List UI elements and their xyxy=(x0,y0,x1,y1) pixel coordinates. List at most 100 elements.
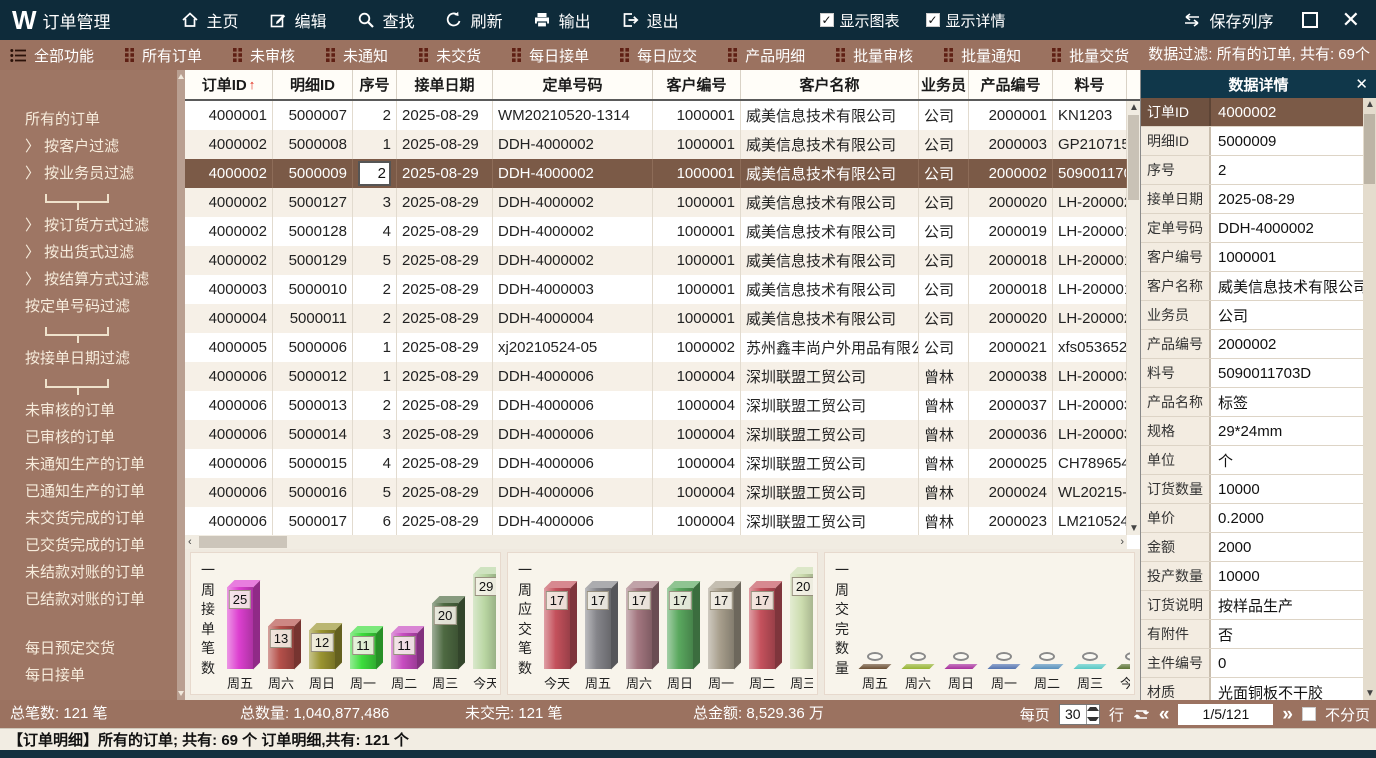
column-header-3[interactable]: 接单日期 xyxy=(397,70,493,99)
titlebar-checkbox-0[interactable]: ✓显示图表 xyxy=(820,10,900,31)
table-row[interactable]: 4000002500000812025-08-29DDH-40000021000… xyxy=(185,130,1140,159)
detail-row[interactable]: 产品编号2000002 xyxy=(1141,330,1363,359)
sidebar-item-17[interactable]: 未结款对账的订单 xyxy=(0,559,185,586)
table-row[interactable]: 4000006500001322025-08-29DDH-40000061000… xyxy=(185,391,1140,420)
table-row[interactable]: 4000006500001542025-08-29DDH-40000061000… xyxy=(185,449,1140,478)
detail-row[interactable]: 定单号码DDH-4000002 xyxy=(1141,214,1363,243)
detail-close-icon[interactable]: ✕ xyxy=(1355,75,1368,93)
detail-row[interactable]: 订货说明按样品生产 xyxy=(1141,591,1363,620)
detail-row[interactable]: 客户编号1000001 xyxy=(1141,243,1363,272)
table-row[interactable]: 4000006500001652025-08-29DDH-40000061000… xyxy=(185,478,1140,507)
sidebar-item-14[interactable]: 已通知生产的订单 xyxy=(0,478,185,505)
sidebar-item-4[interactable]: 〉 按订货方式过滤 xyxy=(0,212,185,239)
menu-button-home[interactable]: 主页 xyxy=(181,8,239,32)
no-paging-checkbox[interactable] xyxy=(1302,707,1316,721)
sidebar-item-6[interactable]: 〉 按结算方式过滤 xyxy=(0,266,185,293)
table-row[interactable]: 4000002500012952025-08-29DDH-40000021000… xyxy=(185,246,1140,275)
detail-row[interactable]: 订货数量10000 xyxy=(1141,475,1363,504)
spinner-buttons[interactable] xyxy=(1086,705,1099,724)
detail-row[interactable]: 金额2000 xyxy=(1141,533,1363,562)
table-row[interactable]: 4000002500012732025-08-29DDH-40000021000… xyxy=(185,188,1140,217)
menu-button-refresh[interactable]: 刷新 xyxy=(445,8,503,32)
detail-row[interactable]: 单位个 xyxy=(1141,446,1363,475)
table-row[interactable]: 4000001500000722025-08-29WM20210520-1314… xyxy=(185,101,1140,130)
tab-9[interactable]: 批量交货 xyxy=(1052,45,1129,66)
sidebar-item-0[interactable]: 所有的订单 xyxy=(0,106,185,133)
tab-4[interactable]: 每日接单 xyxy=(512,45,589,66)
next-page-button[interactable]: » xyxy=(1282,705,1293,724)
scroll-thumb[interactable] xyxy=(1128,115,1139,200)
per-page-value[interactable]: 30 xyxy=(1060,705,1086,724)
save-column-order-button[interactable]: 保存列序 xyxy=(1182,8,1274,32)
per-page-spinner[interactable]: 30 xyxy=(1059,704,1100,725)
sidebar-item-1[interactable]: 〉 按客户过滤 xyxy=(0,133,185,160)
spinner-up-icon[interactable] xyxy=(1087,705,1099,715)
column-header-0[interactable]: 订单ID↑ xyxy=(185,70,273,99)
table-row[interactable]: 4000004500001122025-08-29DDH-40000041000… xyxy=(185,304,1140,333)
column-header-9[interactable]: 料号 xyxy=(1053,70,1127,99)
tab-2[interactable]: 未通知 xyxy=(326,45,388,66)
sidebar-item-18[interactable]: 已结款对账的订单 xyxy=(0,586,185,613)
sidebar-scrollbar[interactable] xyxy=(177,70,185,700)
detail-row[interactable]: 业务员公司 xyxy=(1141,301,1363,330)
sidebar-item-13[interactable]: 未通知生产的订单 xyxy=(0,451,185,478)
menu-button-edit[interactable]: 编辑 xyxy=(269,8,327,32)
detail-row[interactable]: 单价0.2000 xyxy=(1141,504,1363,533)
menu-button-exit[interactable]: 退出 xyxy=(621,8,679,32)
sidebar-item-2[interactable]: 〉 按业务员过滤 xyxy=(0,160,185,187)
tab-6[interactable]: 产品明细 xyxy=(728,45,805,66)
table-row[interactable]: 4000002500000922025-08-29DDH-40000021000… xyxy=(185,159,1140,188)
close-button[interactable]: ✕ xyxy=(1342,9,1360,31)
sidebar-item-15[interactable]: 未交货完成的订单 xyxy=(0,505,185,532)
tab-all-functions[interactable]: 全部功能 xyxy=(10,45,94,66)
tab-1[interactable]: 未审核 xyxy=(233,45,295,66)
cell-editor-input[interactable]: 2 xyxy=(358,161,391,186)
table-row[interactable]: 4000005500000612025-08-29xj20210524-0510… xyxy=(185,333,1140,362)
detail-row[interactable]: 投产数量10000 xyxy=(1141,562,1363,591)
detail-row[interactable]: 客户名称威美信息技术有限公司 xyxy=(1141,272,1363,301)
detail-row[interactable]: 接单日期2025-08-29 xyxy=(1141,185,1363,214)
checkbox-icon[interactable]: ✓ xyxy=(820,13,834,27)
menu-button-print[interactable]: 输出 xyxy=(533,8,591,32)
detail-row[interactable]: 料号5090011703D xyxy=(1141,359,1363,388)
tab-5[interactable]: 每日应交 xyxy=(620,45,697,66)
scroll-thumb[interactable] xyxy=(199,536,287,548)
table-row[interactable]: 4000003500001022025-08-29DDH-40000031000… xyxy=(185,275,1140,304)
tab-3[interactable]: 未交货 xyxy=(419,45,481,66)
table-horizontal-scrollbar[interactable]: ‹ › xyxy=(185,535,1127,549)
detail-row[interactable]: 产品名称标签 xyxy=(1141,388,1363,417)
detail-row[interactable]: 材质光面铜板不干胶 xyxy=(1141,678,1363,700)
prev-page-button[interactable]: « xyxy=(1159,705,1170,724)
column-header-2[interactable]: 序号 xyxy=(353,70,397,99)
menu-button-search[interactable]: 查找 xyxy=(357,8,415,32)
table-row[interactable]: 4000002500012842025-08-29DDH-40000021000… xyxy=(185,217,1140,246)
table-row[interactable]: 4000006500001432025-08-29DDH-40000061000… xyxy=(185,420,1140,449)
scroll-thumb[interactable] xyxy=(1364,114,1375,184)
column-header-5[interactable]: 客户编号 xyxy=(653,70,741,99)
sidebar-item-21[interactable]: 每日接单 xyxy=(0,662,185,689)
detail-row[interactable]: 序号2 xyxy=(1141,156,1363,185)
sidebar-item-7[interactable]: 按定单号码过滤 xyxy=(0,293,185,320)
detail-row[interactable]: 订单ID4000002 xyxy=(1141,98,1363,127)
column-header-6[interactable]: 客户名称 xyxy=(741,70,919,99)
table-row[interactable]: 4000006500001212025-08-29DDH-40000061000… xyxy=(185,362,1140,391)
detail-scrollbar[interactable]: ▲ ▼ xyxy=(1363,98,1376,700)
detail-row[interactable]: 有附件否 xyxy=(1141,620,1363,649)
sidebar-item-11[interactable]: 未审核的订单 xyxy=(0,397,185,424)
detail-row[interactable]: 明细ID5000009 xyxy=(1141,127,1363,156)
tab-8[interactable]: 批量通知 xyxy=(944,45,1021,66)
sidebar-item-20[interactable]: 每日预定交货 xyxy=(0,635,185,662)
tab-0[interactable]: 所有订单 xyxy=(125,45,202,66)
detail-row[interactable]: 主件编号0 xyxy=(1141,649,1363,678)
table-vertical-scrollbar[interactable]: ▲ ▼ xyxy=(1127,101,1140,535)
reload-icon[interactable] xyxy=(1133,707,1150,722)
column-header-4[interactable]: 定单号码 xyxy=(493,70,653,99)
maximize-button[interactable] xyxy=(1302,12,1318,28)
spinner-down-icon[interactable] xyxy=(1087,714,1099,724)
tab-7[interactable]: 批量审核 xyxy=(836,45,913,66)
titlebar-checkbox-1[interactable]: ✓显示详情 xyxy=(926,10,1006,31)
detail-row[interactable]: 规格29*24mm xyxy=(1141,417,1363,446)
column-header-8[interactable]: 产品编号 xyxy=(969,70,1053,99)
table-row[interactable]: 4000006500001762025-08-29DDH-40000061000… xyxy=(185,507,1140,536)
column-header-1[interactable]: 明细ID xyxy=(273,70,353,99)
